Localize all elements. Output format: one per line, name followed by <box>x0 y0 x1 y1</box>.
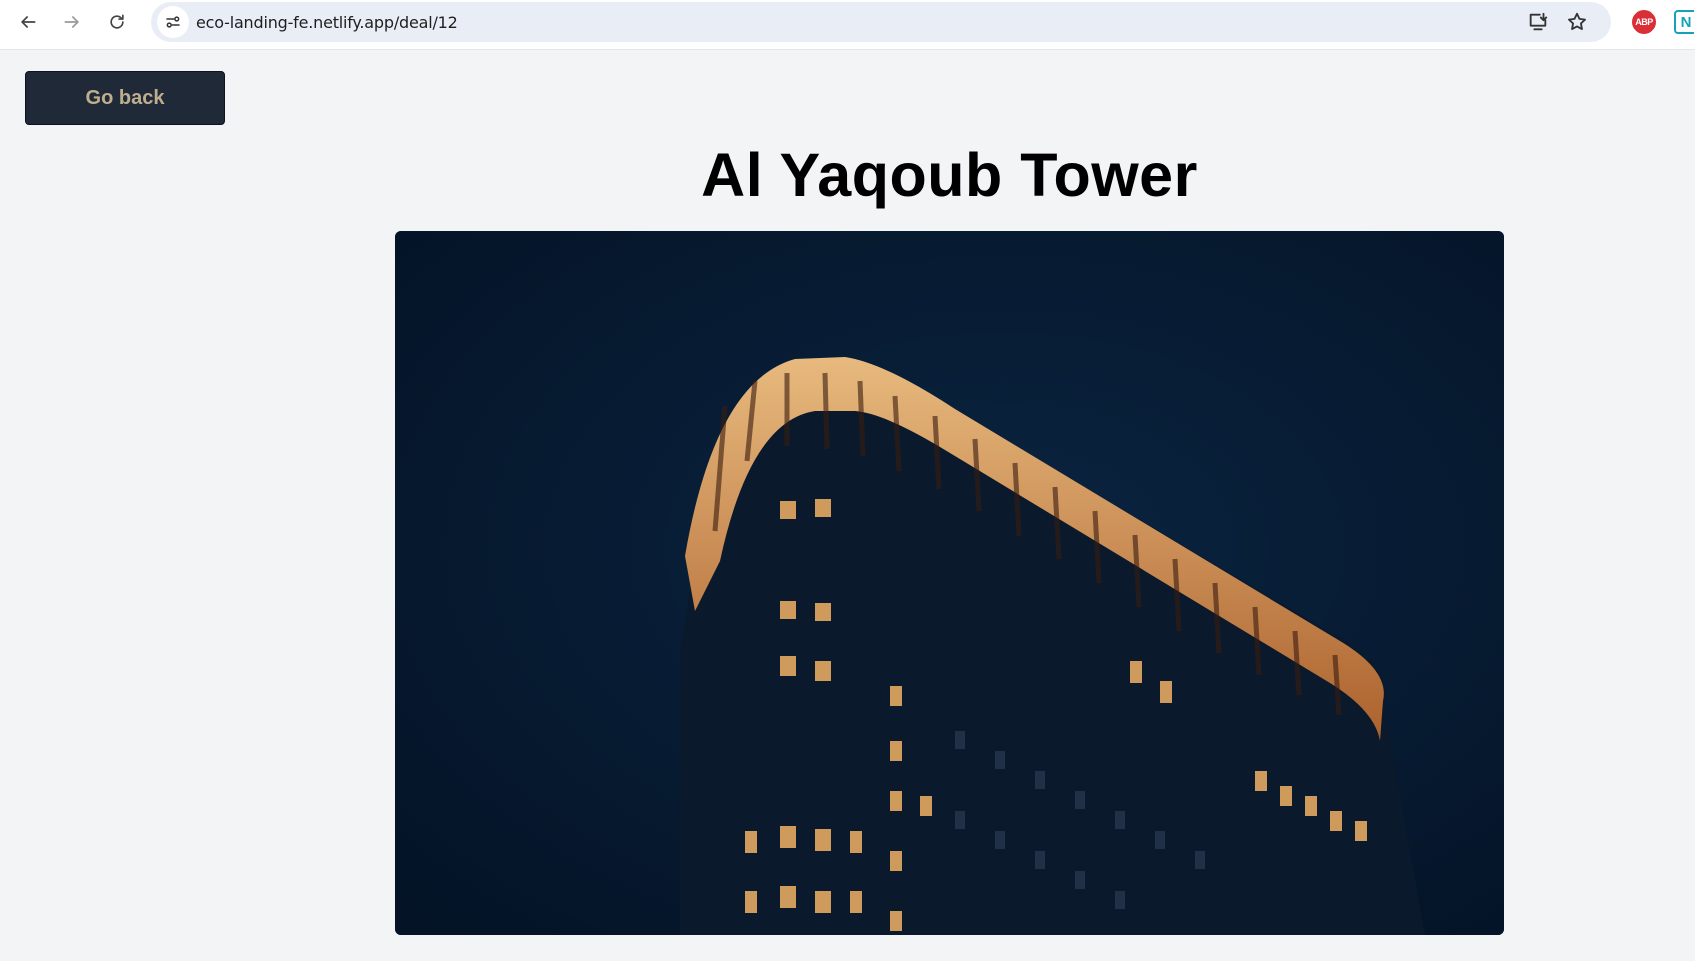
install-app-button[interactable] <box>1526 10 1550 34</box>
page-title: Al Yaqoub Tower <box>701 141 1198 209</box>
url-text: eco-landing-fe.netlify.app/deal/12 <box>196 13 458 32</box>
adblock-plus-icon: ABP <box>1632 10 1656 34</box>
install-app-icon <box>1529 12 1548 31</box>
address-bar[interactable]: eco-landing-fe.netlify.app/deal/12 <box>151 2 1611 42</box>
bookmark-button[interactable] <box>1565 10 1589 34</box>
go-back-button[interactable]: Go back <box>25 71 225 125</box>
site-info-button[interactable] <box>157 6 189 38</box>
adblock-plus-extension[interactable]: ABP <box>1632 10 1656 34</box>
back-arrow-icon <box>21 16 36 28</box>
forward-button[interactable] <box>56 6 88 38</box>
extension-n[interactable]: N <box>1673 10 1695 34</box>
reload-button[interactable] <box>101 6 133 38</box>
extension-n-icon: N <box>1674 10 1694 34</box>
bookmark-star-icon <box>1568 12 1586 30</box>
back-button[interactable] <box>12 6 44 38</box>
forward-arrow-icon <box>64 16 79 28</box>
site-info-icon <box>166 16 180 28</box>
browser-toolbar: eco-landing-fe.netlify.app/deal/12 ABP N <box>0 0 1695 50</box>
tower-hero-image <box>395 231 1504 935</box>
night-tower-photo <box>395 231 1504 935</box>
reload-icon <box>110 14 124 29</box>
